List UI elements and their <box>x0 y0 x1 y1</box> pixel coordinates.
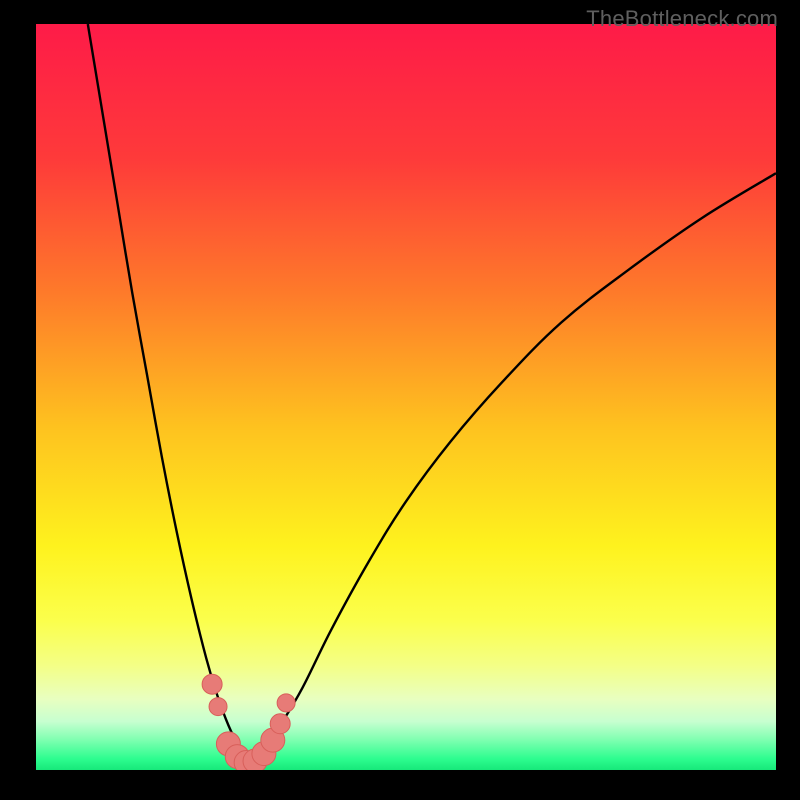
plot-area <box>36 24 776 770</box>
outer-frame: TheBottleneck.com <box>0 0 800 800</box>
data-marker <box>209 698 227 716</box>
curve-right-branch <box>251 173 776 762</box>
data-marker <box>277 694 295 712</box>
data-marker <box>202 674 222 694</box>
curve-left-branch <box>88 24 251 763</box>
data-marker <box>270 714 290 734</box>
curve-layer <box>36 24 776 770</box>
marker-group <box>202 674 295 770</box>
watermark-text: TheBottleneck.com <box>586 6 778 32</box>
